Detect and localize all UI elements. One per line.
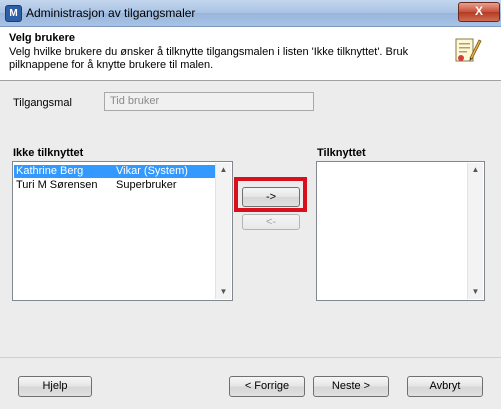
wizard-body: Tilgangsmal Tid bruker Ikke tilknyttet T… (0, 81, 501, 409)
scroll-up-icon[interactable]: ▲ (468, 163, 483, 177)
step-description: Velg hvilke brukere du ønsker å tilknytt… (9, 46, 409, 71)
next-button[interactable]: Neste > (313, 376, 389, 397)
user-name: Turi M Sørensen (16, 179, 98, 191)
tilgangsmal-field: Tid bruker (104, 92, 314, 111)
cancel-button[interactable]: Avbryt (407, 376, 483, 397)
app-icon: M (5, 5, 22, 22)
title-bar[interactable]: M Administrasjon av tilgangsmaler X (0, 0, 501, 27)
help-button[interactable]: Hjelp (18, 376, 92, 397)
list-item[interactable]: Turi M Sørensen Superbruker (14, 179, 215, 192)
assigned-list-title: Tilknyttet (317, 147, 366, 159)
back-button[interactable]: < Forrige (229, 376, 305, 397)
user-name: Kathrine Berg (16, 165, 84, 177)
scroll-down-icon[interactable]: ▼ (468, 285, 483, 299)
scroll-up-icon[interactable]: ▲ (216, 163, 231, 177)
unassigned-listbox[interactable]: Kathrine Berg Vikar (System) Turi M Søre… (12, 161, 233, 301)
list-item[interactable]: Kathrine Berg Vikar (System) (14, 165, 215, 178)
wizard-window: M Administrasjon av tilgangsmaler X Velg… (0, 0, 501, 409)
assigned-listbox[interactable]: ▲ ▼ (316, 161, 485, 301)
step-title: Velg brukere (9, 32, 76, 44)
vertical-scrollbar[interactable]: ▲ ▼ (467, 163, 483, 299)
highlight-annotation (234, 177, 307, 212)
vertical-scrollbar[interactable]: ▲ ▼ (215, 163, 231, 299)
window-title: Administrasjon av tilgangsmaler (26, 6, 196, 20)
wizard-document-icon (455, 38, 482, 62)
close-button[interactable]: X (458, 2, 500, 22)
user-role: Vikar (System) (116, 165, 188, 177)
unassigned-list-title: Ikke tilknyttet (13, 147, 84, 159)
footer-divider (0, 357, 501, 358)
remove-user-button[interactable]: <- (242, 214, 300, 230)
wizard-header: Velg brukere Velg hvilke brukere du ønsk… (0, 27, 501, 81)
scroll-down-icon[interactable]: ▼ (216, 285, 231, 299)
user-role: Superbruker (116, 179, 177, 191)
tilgangsmal-label: Tilgangsmal (13, 97, 72, 109)
